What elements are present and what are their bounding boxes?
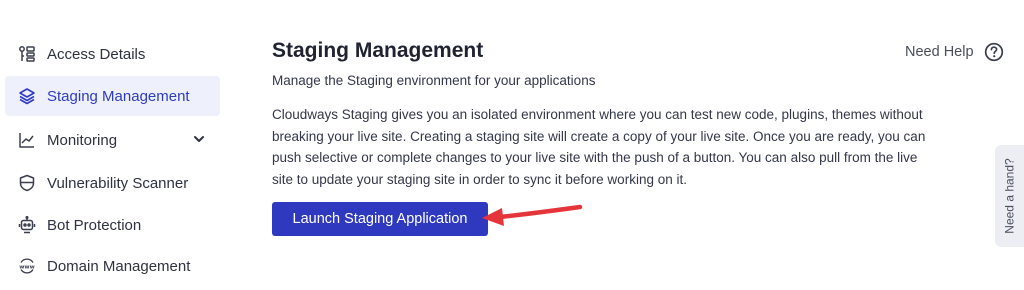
page-title: Staging Management <box>272 39 484 62</box>
sidebar: Access Details Staging Management Monito… <box>0 0 230 290</box>
sidebar-item-label: Access Details <box>47 45 146 63</box>
red-arrow-icon <box>482 204 583 226</box>
sidebar-item-vulnerability-scanner[interactable]: Vulnerability Scanner <box>5 163 220 203</box>
sidebar-item-label: Staging Management <box>47 87 190 105</box>
sidebar-item-monitoring[interactable]: Monitoring <box>5 120 220 160</box>
chevron-down-icon[interactable] <box>192 132 206 146</box>
shield-scan-icon <box>17 173 37 193</box>
sidebar-item-label: Monitoring <box>47 131 118 149</box>
sidebar-item-label: Domain Management <box>47 257 191 275</box>
need-a-hand-tab[interactable]: Need a hand? <box>995 145 1024 247</box>
robot-icon <box>17 215 37 235</box>
sidebar-item-label: Bot Protection <box>47 216 142 234</box>
page-subtitle: Manage the Staging environment for your … <box>272 73 596 88</box>
sidebar-item-label: Vulnerability Scanner <box>47 174 189 192</box>
sidebar-item-domain-management[interactable]: www Domain Management <box>5 246 220 286</box>
need-help-link[interactable]: Need Help <box>905 42 1004 62</box>
chart-line-icon <box>17 130 37 150</box>
access-details-icon <box>17 44 37 64</box>
layers-icon <box>17 86 37 106</box>
need-a-hand-label: Need a hand? <box>1002 158 1017 234</box>
sidebar-item-bot-protection[interactable]: Bot Protection <box>5 205 220 245</box>
launch-staging-button[interactable]: Launch Staging Application <box>272 202 488 236</box>
page-description: Cloudways Staging gives you an isolated … <box>272 107 926 187</box>
svg-text:www: www <box>19 264 35 270</box>
www-globe-icon: www <box>17 256 37 276</box>
question-circle-icon <box>984 42 1003 62</box>
sidebar-item-access-details[interactable]: Access Details <box>5 34 220 74</box>
sidebar-item-staging-management[interactable]: Staging Management <box>5 76 220 116</box>
need-help-label: Need Help <box>905 44 974 60</box>
